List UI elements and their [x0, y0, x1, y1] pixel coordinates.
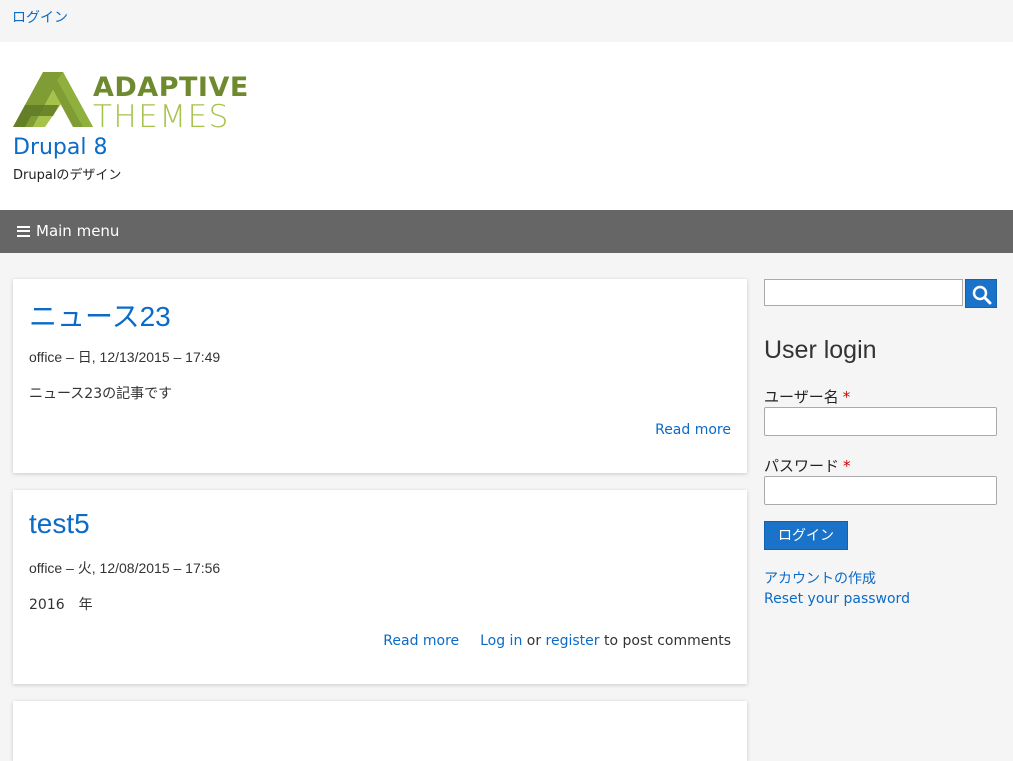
site-slogan: Drupalのデザイン — [13, 168, 122, 183]
article-links: Read more — [655, 422, 731, 438]
password-field[interactable] — [764, 476, 997, 505]
username-label: ユーザー名 * — [764, 388, 851, 406]
read-more-link[interactable]: Read more — [655, 422, 731, 438]
article-card: ニュース23 office – 日, 12/13/2015 – 17:49 ニュ… — [13, 279, 747, 473]
post-comments-text: to post comments — [604, 633, 731, 649]
article-meta: office – 火, 12/08/2015 – 17:56 — [29, 560, 221, 576]
svg-text:THEMES: THEMES — [93, 99, 230, 128]
read-more-link[interactable]: Read more — [383, 633, 459, 649]
adaptive-themes-logo[interactable]: ADAPTIVE THEMES — [13, 72, 254, 135]
article-card — [13, 701, 747, 761]
article-title[interactable]: test5 — [29, 508, 90, 539]
main-menu-label: Main menu — [36, 222, 120, 240]
user-login-title: User login — [764, 336, 877, 364]
username-field[interactable] — [764, 407, 997, 436]
top-bar: ログイン — [0, 0, 1013, 42]
article-meta: office – 日, 12/13/2015 – 17:49 — [29, 349, 221, 365]
site-branding: ADAPTIVE THEMES Drupal 8 Drupalのデザイン — [0, 42, 1013, 210]
search-icon — [972, 285, 992, 305]
article-body: ニュース23の記事です — [29, 386, 173, 402]
main-menu-toggle[interactable]: Main menu — [17, 222, 119, 240]
article-card: test5 office – 火, 12/08/2015 – 17:56 201… — [13, 490, 747, 684]
main-menu-bar: Main menu — [0, 210, 1013, 253]
or-text: or — [526, 633, 542, 649]
search-input[interactable] — [764, 279, 963, 306]
article-body: 2016 年 — [29, 597, 93, 613]
log-in-link[interactable]: Log in — [480, 633, 522, 649]
article-links: Read more Log in or register to post com… — [383, 633, 731, 649]
search-button[interactable] — [965, 279, 997, 308]
hamburger-icon — [17, 225, 30, 237]
login-button[interactable]: ログイン — [764, 521, 848, 550]
required-marker: * — [843, 457, 851, 475]
create-account-link[interactable]: アカウントの作成 — [764, 568, 876, 588]
login-link[interactable]: ログイン — [12, 7, 68, 27]
reset-password-link[interactable]: Reset your password — [764, 591, 910, 607]
article-title[interactable]: ニュース23 — [29, 301, 171, 332]
password-label: パスワード * — [764, 457, 851, 475]
site-name[interactable]: Drupal 8 — [13, 135, 107, 160]
register-link[interactable]: register — [546, 633, 600, 649]
required-marker: * — [842, 388, 851, 406]
